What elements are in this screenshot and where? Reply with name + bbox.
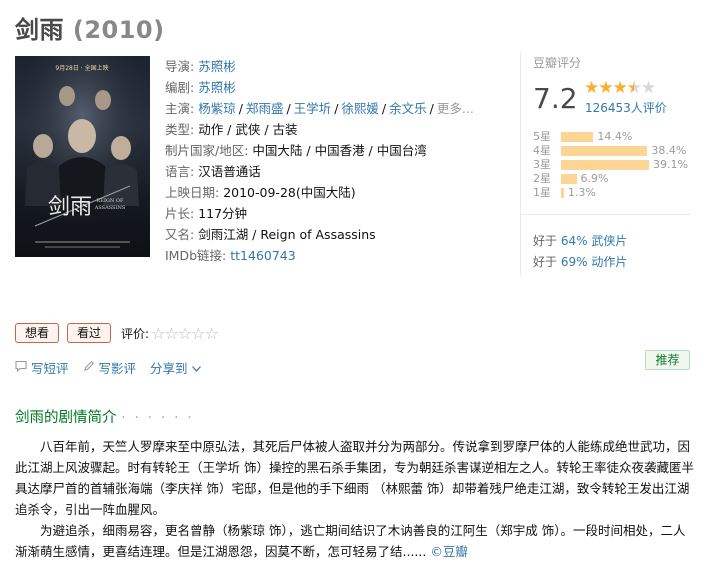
imdb-link[interactable]: tt1460743: [230, 248, 295, 263]
writer-link[interactable]: 苏照彬: [198, 80, 236, 95]
poster-title-en-1: REIGN OF: [97, 198, 124, 204]
summary-heading: 剑雨的剧情简介 · · · · · ·: [15, 410, 194, 426]
info-aka: 又名: 剑雨江湖 / Reign of Assassins: [165, 227, 376, 242]
summary-paragraph: 八百年前，天竺人罗摩来至中原弘法，其死后尸体被人盗取并分为两部分。传说拿到罗摩尸…: [15, 439, 694, 517]
rating-bar: [561, 188, 564, 198]
pencil-icon: [83, 360, 95, 375]
cast-link[interactable]: 余文乐: [389, 101, 427, 116]
info-director: 导演: 苏照彬: [165, 59, 236, 74]
star-icon: ★: [598, 78, 613, 98]
info-writer: 编剧: 苏照彬: [165, 80, 236, 95]
info-imdb: IMDb链接: tt1460743: [165, 248, 296, 263]
poster-title-en-2: ASSASSINS: [94, 205, 126, 211]
rating-row: 3星 39.1%: [533, 158, 688, 171]
rate-star-icon[interactable]: ☆: [164, 324, 178, 343]
rate-star-icon[interactable]: ☆: [191, 324, 205, 343]
rating-row: 1星 1.3%: [533, 186, 596, 199]
plot-summary: 八百年前，天竺人罗摩来至中原弘法，其死后尸体被人盗取并分为两部分。传说拿到罗摩尸…: [15, 436, 695, 562]
rate-star-icon[interactable]: ☆: [204, 324, 218, 343]
info-runtime: 片长: 117分钟: [165, 206, 248, 221]
half-star-icon: ★: [626, 78, 642, 98]
watched-button[interactable]: 看过: [67, 323, 112, 343]
rating-box: 豆瓣评分 7.2 ★★★★★ 126453人评价 5星 14.4% 4星 38.…: [520, 52, 693, 276]
director-link[interactable]: 苏照彬: [198, 59, 236, 74]
summary-paragraph: 为避追杀，细雨易容，更名曾静（杨紫琼 饰），逃亡期间结识了木讷善良的江阿生（郑宇…: [15, 523, 686, 559]
cast-link[interactable]: 郑雨盛: [246, 101, 284, 116]
rating-title: 豆瓣评分: [533, 56, 582, 70]
rating-bar: [561, 146, 648, 156]
tools-bar: 写短评 写影评 分享到: [15, 358, 219, 377]
star-icon: ★: [584, 78, 599, 98]
movie-info: 导演: 苏照彬 编剧: 苏照彬 主演: 杨紫琼 / 郑雨盛 / 王学圻 / 徐熙媛 / 余文乐 /…: [165, 56, 510, 266]
cast-more-link[interactable]: 更多...: [437, 101, 474, 116]
info-language: 语言: 汉语普通话: [165, 164, 261, 179]
better-than-genre-link[interactable]: 武侠片: [591, 234, 627, 248]
rating-stars: ★★★★★: [584, 78, 656, 98]
movie-poster[interactable]: 9月28日 · 全国上映 剑雨 REIGN OF ASSASSINS: [15, 56, 150, 257]
want-to-watch-button[interactable]: 想看: [15, 323, 60, 343]
rate-star-icon[interactable]: ☆: [178, 324, 192, 343]
star-icon: ★: [612, 78, 628, 98]
cast-link[interactable]: 王学圻: [294, 101, 332, 116]
info-genre: 类型: 动作 / 武侠 / 古装: [165, 122, 298, 137]
rate-label: 评价:: [121, 326, 150, 341]
comment-icon: [15, 360, 27, 375]
rating-divider: [521, 214, 691, 215]
rating-row: 5星 14.4%: [533, 130, 633, 143]
recommend-button[interactable]: 推荐: [645, 350, 690, 370]
poster-title-cn: 剑雨: [48, 195, 92, 220]
better-than-genre-link[interactable]: 动作片: [591, 255, 627, 269]
movie-title: 剑雨: [15, 16, 64, 44]
rate-stars: ☆☆☆☆☆: [151, 324, 219, 343]
write-short-review-button[interactable]: 写短评: [15, 358, 69, 377]
better-than-pct-link[interactable]: 69%: [561, 255, 588, 269]
rating-score: 7.2: [533, 82, 578, 115]
better-than-1: 好于 64% 武侠片: [533, 234, 628, 248]
rating-distribution: 5星 14.4% 4星 38.4% 3星 39.1% 2星 6.9% 1星 1.…: [533, 130, 693, 200]
collect-actions: 想看 看过 评价: ☆☆☆☆☆: [15, 323, 219, 343]
movie-year: (2010): [72, 16, 165, 44]
cast-link[interactable]: 杨紫琼: [198, 101, 236, 116]
douban-source-link[interactable]: ©豆瓣: [430, 544, 468, 559]
empty-star-icon: ★: [641, 78, 656, 98]
rate-star-icon[interactable]: ☆: [151, 324, 165, 343]
better-than-2: 好于 69% 动作片: [533, 255, 628, 269]
info-release: 上映日期: 2010-09-28(中国大陆): [165, 185, 356, 200]
votes-link[interactable]: 126453人评价: [585, 99, 667, 116]
better-than-pct-link[interactable]: 64%: [561, 234, 588, 248]
rating-row: 2星 6.9%: [533, 172, 609, 185]
page-title: 剑雨 (2010): [15, 10, 165, 45]
rating-bar: [561, 160, 649, 170]
rating-bar: [561, 174, 577, 184]
cast-link[interactable]: 徐熙媛: [341, 101, 379, 116]
rating-bar: [561, 132, 594, 142]
info-cast: 主演: 杨紫琼 / 郑雨盛 / 王学圻 / 徐熙媛 / 余文乐 / 更多...: [165, 101, 474, 116]
share-button[interactable]: 分享到: [150, 358, 205, 377]
write-review-button[interactable]: 写影评: [83, 358, 136, 377]
chevron-down-icon: [191, 361, 201, 375]
info-country: 制片国家/地区: 中国大陆 / 中国香港 / 中国台湾: [165, 143, 427, 158]
poster-top-text: 9月28日 · 全国上映: [55, 64, 108, 72]
rating-row: 4星 38.4%: [533, 144, 687, 157]
